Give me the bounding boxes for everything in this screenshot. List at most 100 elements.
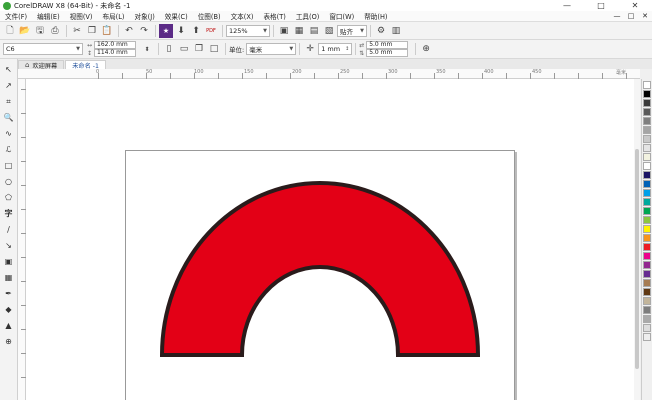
color-swatch[interactable]: [643, 315, 651, 323]
cut-icon[interactable]: ✂: [70, 24, 84, 38]
color-swatch[interactable]: [643, 261, 651, 269]
menu-window[interactable]: 窗口(W): [324, 11, 359, 21]
color-swatch[interactable]: [643, 198, 651, 206]
vertical-scrollbar[interactable]: [634, 79, 640, 400]
transparency-tool-icon[interactable]: ▦: [2, 270, 16, 285]
color-swatch[interactable]: [643, 126, 651, 134]
menu-tools[interactable]: 工具(O): [291, 11, 325, 21]
menu-help[interactable]: 帮助(H): [359, 11, 392, 21]
color-swatch[interactable]: [643, 243, 651, 251]
minimize-button[interactable]: —: [550, 0, 584, 11]
menu-table[interactable]: 表格(T): [258, 11, 290, 21]
color-swatch[interactable]: [643, 270, 651, 278]
color-swatch[interactable]: [643, 99, 651, 107]
color-swatch[interactable]: [643, 297, 651, 305]
zoom-level-select[interactable]: 125% ▼: [226, 24, 270, 37]
doc-minimize-button[interactable]: —: [610, 12, 624, 20]
parallel-dimension-icon[interactable]: ∕: [2, 222, 16, 237]
copy-icon[interactable]: ❐: [85, 24, 99, 38]
print-icon[interactable]: ⎙: [48, 24, 62, 38]
show-grid-icon[interactable]: ▤: [307, 24, 321, 38]
horizontal-ruler[interactable]: 0 50 100 150 200 250 300 350 400 450 毫米: [18, 69, 640, 79]
open-folder-icon[interactable]: 📂: [18, 24, 32, 38]
menu-file[interactable]: 文件(F): [0, 11, 32, 21]
interactive-fill-icon[interactable]: ◆: [2, 302, 16, 317]
duplicate-x-field[interactable]: 5.0 mm: [366, 41, 409, 49]
export-icon[interactable]: ⬆: [189, 24, 203, 38]
import-icon[interactable]: ⬇: [174, 24, 188, 38]
eyedropper-icon[interactable]: ✒: [2, 286, 16, 301]
red-arch-shape[interactable]: [159, 181, 481, 357]
portrait-icon[interactable]: ▯: [162, 42, 176, 56]
application-launcher-icon[interactable]: ▥: [389, 24, 403, 38]
search-content-icon[interactable]: ★: [159, 23, 173, 38]
color-swatch[interactable]: [643, 234, 651, 242]
menu-view[interactable]: 视图(V): [65, 11, 98, 21]
color-swatch[interactable]: [643, 135, 651, 143]
doc-close-button[interactable]: ✕: [638, 12, 652, 20]
save-icon[interactable]: 🖫: [33, 24, 47, 38]
snap-to-button[interactable]: 贴齐 ▼: [337, 24, 367, 37]
artistic-media-icon[interactable]: ℒ: [2, 142, 16, 157]
page-size-select[interactable]: C6 ▼: [3, 43, 83, 55]
paste-icon[interactable]: 📋: [100, 24, 114, 38]
color-swatch[interactable]: [643, 225, 651, 233]
lock-ratio-icon[interactable]: ⬍: [140, 42, 154, 56]
add-tool-icon[interactable]: ⊕: [2, 334, 16, 349]
ellipse-tool-icon[interactable]: ○: [2, 174, 16, 189]
color-swatch[interactable]: [643, 108, 651, 116]
pick-tool-icon[interactable]: ↖: [2, 62, 16, 77]
undo-icon[interactable]: ↶: [122, 24, 136, 38]
show-guidelines-icon[interactable]: ▧: [322, 24, 336, 38]
menu-edit[interactable]: 编辑(E): [32, 11, 65, 21]
color-swatch[interactable]: [643, 279, 651, 287]
landscape-icon[interactable]: ▭: [177, 42, 191, 56]
shape-tool-icon[interactable]: ↗: [2, 78, 16, 93]
duplicate-y-field[interactable]: 5.0 mm: [366, 49, 409, 57]
nudge-distance-field[interactable]: 1 mm ↕: [318, 43, 353, 55]
menu-effects[interactable]: 效果(C): [160, 11, 193, 21]
tab-untitled-1[interactable]: 未命名 -1: [65, 60, 106, 70]
freehand-tool-icon[interactable]: ∿: [2, 126, 16, 141]
crop-tool-icon[interactable]: ⌗: [2, 94, 16, 109]
zoom-tool-icon[interactable]: 🔍: [2, 110, 16, 125]
publish-pdf-icon[interactable]: PDF: [204, 24, 218, 38]
units-select[interactable]: 毫米 ▼: [246, 43, 297, 55]
menu-layout[interactable]: 布局(L): [97, 11, 129, 21]
menu-text[interactable]: 文本(X): [226, 11, 259, 21]
current-page-icon[interactable]: □: [207, 42, 221, 56]
close-button[interactable]: ✕: [618, 0, 652, 11]
full-screen-icon[interactable]: ▣: [277, 24, 291, 38]
rectangle-tool-icon[interactable]: □: [2, 158, 16, 173]
new-document-icon[interactable]: 🗋: [3, 24, 17, 38]
color-swatch[interactable]: [643, 252, 651, 260]
color-swatch[interactable]: [643, 324, 651, 332]
tab-welcome-screen[interactable]: ⌂ 欢迎屏幕: [18, 60, 65, 70]
maximize-button[interactable]: □: [584, 0, 618, 11]
color-swatch[interactable]: [643, 144, 651, 152]
options-gear-icon[interactable]: ⚙: [374, 24, 388, 38]
page-width-field[interactable]: 162.0 mm: [94, 41, 136, 49]
color-swatch[interactable]: [643, 90, 651, 98]
menu-object[interactable]: 对象(J): [130, 11, 160, 21]
vertical-ruler[interactable]: [18, 79, 26, 400]
all-pages-icon[interactable]: ❐: [192, 42, 206, 56]
color-swatch[interactable]: [643, 117, 651, 125]
text-tool-icon[interactable]: 字: [2, 206, 16, 221]
menu-bitmaps[interactable]: 位图(B): [193, 11, 226, 21]
color-swatch[interactable]: [643, 288, 651, 296]
color-swatch[interactable]: [643, 81, 651, 89]
color-swatch[interactable]: [643, 216, 651, 224]
color-swatch[interactable]: [643, 189, 651, 197]
color-swatch[interactable]: [643, 207, 651, 215]
drop-shadow-icon[interactable]: ▣: [2, 254, 16, 269]
redo-icon[interactable]: ↷: [137, 24, 151, 38]
drawing-canvas[interactable]: [26, 79, 640, 400]
scrollbar-thumb[interactable]: [635, 149, 639, 369]
doc-restore-button[interactable]: □: [624, 12, 638, 20]
color-swatch[interactable]: [643, 171, 651, 179]
quick-customize-icon[interactable]: ⊕: [419, 42, 433, 56]
color-swatch[interactable]: [643, 153, 651, 161]
polygon-tool-icon[interactable]: ⬠: [2, 190, 16, 205]
connector-tool-icon[interactable]: ↘: [2, 238, 16, 253]
